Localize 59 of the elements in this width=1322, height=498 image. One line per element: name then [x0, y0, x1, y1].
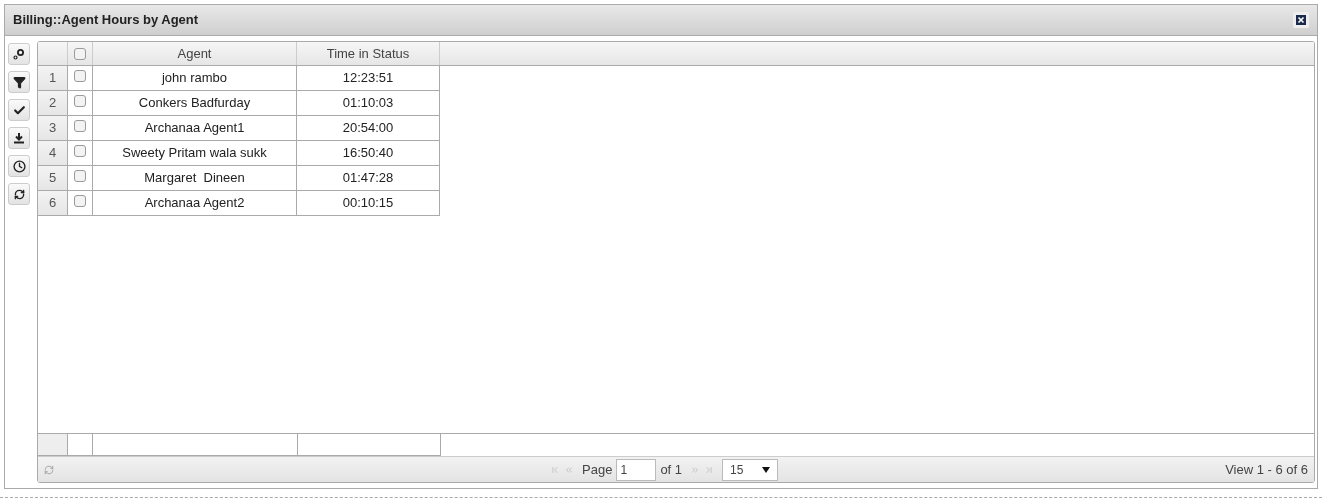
table-cell: Sweety Pritam wala sukk	[93, 141, 297, 166]
page-count: of 1	[660, 461, 683, 480]
table-cell: 16:50:40	[297, 141, 440, 166]
row-number: 3	[38, 116, 68, 141]
checkbox[interactable]	[74, 170, 86, 182]
checkbox[interactable]	[74, 120, 86, 132]
table-cell: Conkers Badfurday	[93, 91, 297, 116]
column-header[interactable]: Time in Status	[297, 42, 440, 65]
filter-icon	[12, 75, 26, 89]
table-cell: 12:23:51	[297, 66, 440, 91]
page-size-select[interactable]: 15	[722, 459, 779, 481]
table-row[interactable]: 2 Conkers Badfurday 01:10:03	[38, 91, 1314, 116]
next-page-icon	[690, 465, 701, 475]
close-icon	[1296, 15, 1306, 25]
refresh-button[interactable]	[8, 183, 30, 205]
first-page-icon	[550, 465, 560, 475]
row-number: 1	[38, 66, 68, 91]
refresh-icon	[13, 188, 25, 200]
table-row[interactable]: 4 Sweety Pritam wala sukk 16:50:40	[38, 141, 1314, 166]
download-button[interactable]	[8, 127, 30, 149]
table-cell: 01:10:03	[297, 91, 440, 116]
page-label: Page	[582, 461, 613, 480]
table-row[interactable]: 1 john rambo 12:23:51	[38, 66, 1314, 91]
checkbox[interactable]	[74, 47, 86, 60]
records-summary: View 1 - 6 of 6	[1225, 460, 1308, 479]
table-cell: Archanaa Agent1	[93, 116, 297, 141]
table-row[interactable]: 6 Archanaa Agent2 00:10:15	[38, 191, 1314, 216]
check-icon	[12, 103, 26, 117]
checkbox[interactable]	[74, 145, 86, 157]
last-page-icon	[704, 465, 715, 475]
check-button[interactable]	[8, 99, 30, 121]
page-field[interactable]: 1	[616, 459, 657, 481]
reload-icon	[44, 464, 54, 475]
previous-page-icon	[564, 465, 574, 475]
table-cell: john rambo	[93, 66, 297, 91]
download-icon	[13, 132, 25, 144]
history-button[interactable]	[8, 155, 30, 177]
window-title: Billing::Agent Hours by Agent	[13, 11, 199, 30]
checkbox[interactable]	[74, 70, 86, 82]
row-number: 6	[38, 191, 68, 216]
dropdown-arrow-icon	[762, 467, 771, 473]
table-row[interactable]: 3 Archanaa Agent1 20:54:00	[38, 116, 1314, 141]
row-number: 4	[38, 141, 68, 166]
row-number: 5	[38, 166, 68, 191]
clock-icon	[12, 159, 26, 173]
table-cell: 00:10:15	[297, 191, 440, 216]
checkbox[interactable]	[74, 195, 86, 207]
table-cell: Archanaa Agent2	[93, 191, 297, 216]
table-cell: 01:47:28	[297, 166, 440, 191]
table-cell: Margaret Dineen	[93, 166, 297, 191]
checkbox[interactable]	[74, 95, 86, 107]
close-button[interactable]	[1293, 12, 1309, 28]
table-row[interactable]: 5 Margaret Dineen 01:47:28	[38, 166, 1314, 191]
settings-button[interactable]	[8, 43, 30, 65]
gears-icon	[13, 48, 25, 60]
filter-button[interactable]	[8, 71, 30, 93]
column-header[interactable]: Agent	[93, 42, 297, 65]
table-cell: 20:54:00	[297, 116, 440, 141]
row-number: 2	[38, 91, 68, 116]
